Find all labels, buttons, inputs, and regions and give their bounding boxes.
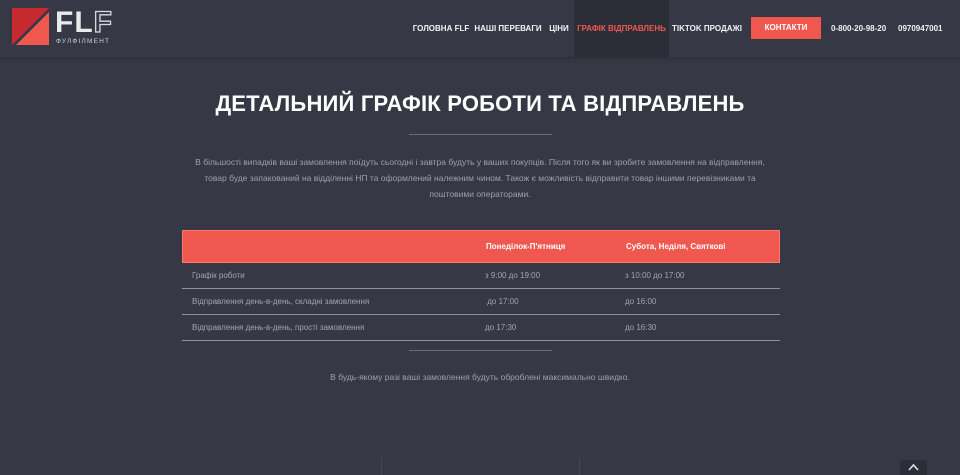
table-cell: до 17:00 bbox=[485, 297, 519, 306]
phone-link-1[interactable]: 0-800-20-98-20 bbox=[831, 0, 886, 57]
table-cell: до 16:00 bbox=[625, 297, 657, 306]
logo-tagline: ФУЛФІЛМЕНТ bbox=[56, 38, 111, 45]
intro-line: товар буде запакований на відділенні НП … bbox=[204, 173, 756, 183]
chevron-up-icon bbox=[908, 463, 919, 471]
footer-note: В будь-якому разі ваші замовлення будуть… bbox=[330, 372, 630, 382]
flf-logo-icon bbox=[12, 8, 49, 45]
table-row: Графік роботи з 9:00 до 19:00 з 10:00 до… bbox=[182, 263, 780, 289]
table-cell: з 9:00 до 19:00 bbox=[485, 271, 541, 280]
table-header-weekends: Субота, Неділя, Святкові bbox=[626, 242, 726, 251]
nav-item-schedule[interactable]: ГРАФІК ВІДПРАВЛЕНЬ bbox=[574, 0, 669, 57]
intro-line: поштовими операторами. bbox=[429, 189, 531, 199]
page: FLF ФУЛФІЛМЕНТ ГОЛОВНА FLF НАШІ ПЕРЕВАГИ… bbox=[0, 0, 960, 475]
table-cell: до 16:30 bbox=[625, 323, 657, 332]
intro-line: В більшості випадків ваші замовлення пої… bbox=[195, 157, 765, 167]
table-row: Відправлення день-в-день, складні замовл… bbox=[182, 289, 780, 315]
column-divider bbox=[579, 458, 580, 475]
column-divider bbox=[381, 458, 382, 475]
table-header-weekdays: Понеділок-П'ятниця bbox=[486, 242, 566, 251]
nav-item-advantages[interactable]: НАШІ ПЕРЕВАГИ bbox=[474, 0, 542, 57]
table-cell: з 10:00 до 17:00 bbox=[625, 271, 685, 280]
schedule-table: Понеділок-П'ятниця Субота, Неділя, Святк… bbox=[182, 230, 780, 341]
table-header: Понеділок-П'ятниця Субота, Неділя, Святк… bbox=[182, 230, 780, 263]
table-row: Відправлення день-в-день, прості замовле… bbox=[182, 315, 780, 341]
table-cell: Відправлення день-в-день, прості замовле… bbox=[192, 323, 365, 332]
nav-item-home[interactable]: ГОЛОВНА FLF bbox=[411, 0, 471, 57]
bottom-divider bbox=[409, 350, 552, 351]
scroll-to-top-button[interactable] bbox=[900, 460, 927, 475]
logo-link[interactable]: FLF ФУЛФІЛМЕНТ bbox=[12, 5, 113, 48]
logo-wordmark: FLF bbox=[55, 5, 113, 39]
contacts-button[interactable]: КОНТАКТИ bbox=[751, 17, 821, 39]
intro-text: В більшості випадків ваші замовлення пої… bbox=[180, 154, 780, 202]
phone-link-2[interactable]: 0970947001 bbox=[898, 0, 943, 57]
table-cell: до 17:30 bbox=[485, 323, 517, 332]
title-divider bbox=[409, 134, 552, 135]
nav-item-prices[interactable]: ЦІНИ bbox=[545, 0, 573, 57]
page-title: ДЕТАЛЬНИЙ ГРАФІК РОБОТИ ТА ВІДПРАВЛЕНЬ bbox=[215, 91, 745, 116]
table-cell: Графік роботи bbox=[192, 271, 245, 280]
site-header: FLF ФУЛФІЛМЕНТ ГОЛОВНА FLF НАШІ ПЕРЕВАГИ… bbox=[0, 0, 960, 57]
table-cell: Відправлення день-в-день, складні замовл… bbox=[192, 297, 370, 306]
nav-item-tiktok[interactable]: TIKTOK ПРОДАЖІ bbox=[671, 0, 743, 57]
